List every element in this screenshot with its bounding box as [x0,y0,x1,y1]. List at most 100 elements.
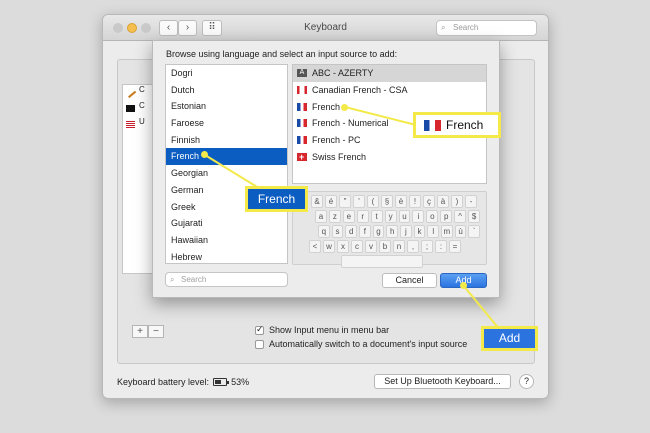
keyboard-key: & [311,195,323,208]
add-input-source-sheet: Browse using language and select an inpu… [152,40,500,298]
ch-flag-icon [297,149,307,166]
setup-bluetooth-keyboard-button[interactable]: Set Up Bluetooth Keyboard... [374,374,511,389]
keyboard-key: t [370,210,383,223]
keyboard-key: b [379,240,391,253]
keyboard-row: & é " '(§ è! ç à) - [311,195,482,208]
battery-label: Keyboard battery level: [117,377,210,387]
keyboard-key: m [441,225,453,238]
language-item[interactable]: Gujarati [166,215,287,232]
keyboard-key: c [351,240,363,253]
auto-switch-checkbox[interactable] [255,339,264,349]
keyboard-key: s [331,225,344,238]
language-item[interactable]: Faroese [166,115,287,132]
pencil-icon [124,86,137,99]
us-flag-icon [126,121,135,128]
callout-label: French [446,118,484,132]
keyboard-key: è [395,195,407,208]
keyboard-key: z [328,210,341,223]
keyboard-key: ) [451,195,463,208]
language-item[interactable]: Estonian [166,98,287,115]
input-source-label: French - Numerical [312,118,389,129]
input-source-label: ABC - AZERTY [312,68,374,78]
language-item[interactable]: Hawaiian [166,232,287,249]
input-source-item[interactable]: A ABC - AZERTY [293,65,486,82]
show-input-menu-option[interactable]: Show Input menu in menu bar [255,324,389,335]
callout-dot [201,151,208,158]
title-bar: ‹ › ⠿ Keyboard ⌕ Search [103,15,548,41]
input-source-item[interactable]: Swiss French [293,149,486,166]
input-source-label: Canadian French - CSA [312,84,408,95]
list-item-label: U [139,117,145,126]
battery-fill [215,380,221,384]
language-search-input[interactable]: ⌕ Search [165,272,288,287]
keyboard-key: x [337,240,349,253]
keyboard-key: é [325,195,337,208]
language-item[interactable]: Georgian [166,165,287,182]
keyboard-key: ( [367,195,379,208]
keyboard-key: ; [421,240,433,253]
space-key [341,255,423,268]
language-item[interactable]: Dogri [166,65,287,82]
language-item[interactable]: Dutch [166,82,287,99]
callout-dot [341,104,348,111]
language-item[interactable]: French [166,148,287,166]
keyboard-key: - [465,195,477,208]
keyboard-key: " [339,195,351,208]
language-item[interactable]: Hebrew [166,249,287,263]
keyboard-key: g [372,225,385,238]
language-list[interactable]: Dogri Dutch Estonian Faroese Finnish French Ge… [165,64,288,264]
keyboard-key: u [398,210,411,223]
keyboard-row [341,255,482,268]
keyboard-preview: & é " '(§ è! ç à) - a z e r t y u i o p ^ $ q s d f g h j k l m ù ` < w x c… [292,191,487,268]
search-icon: ⌕ [441,23,446,32]
preferences-search-input[interactable]: ⌕ Search [436,20,537,36]
keyboard-key: o [426,210,439,223]
abc-flag-icon: A [297,69,307,77]
keyboard-key: p [440,210,453,223]
keyboard-key: q [318,225,330,238]
callout-dot [460,282,467,289]
keyboard-key: j [400,225,412,238]
black-square-icon [126,105,135,112]
keyboard-key: d [345,225,358,238]
keyboard-key: w [323,240,335,253]
keyboard-key: a [315,210,327,223]
remove-source-button[interactable]: − [148,325,164,338]
keyboard-key: e [342,210,355,223]
input-source-item[interactable]: Canadian French - CSA [293,82,486,99]
keyboard-key: ^ [454,210,467,223]
keyboard-key: à [437,195,449,208]
keyboard-key: ù [454,225,467,238]
sheet-title: Browse using language and select an inpu… [166,49,398,59]
search-placeholder: Search [453,23,479,32]
search-placeholder: Search [181,275,207,284]
keyboard-key: § [381,195,393,208]
auto-switch-option[interactable]: Automatically switch to a document's inp… [255,339,467,349]
keyboard-key: : [435,240,447,253]
cancel-button[interactable]: Cancel [382,273,437,288]
fr-flag-icon [297,136,307,145]
keyboard-row: a z e r t y u i o p ^ $ [315,210,482,223]
list-item-label: C [139,101,145,110]
help-button[interactable]: ? [519,374,534,389]
keyboard-key: v [365,240,377,253]
language-item[interactable]: Finnish [166,132,287,149]
keyboard-key: r [356,210,369,223]
french-flag-icon [424,120,441,131]
keyboard-key: h [386,225,399,238]
add-button-callout: Add [481,326,538,351]
add-source-button[interactable]: + [132,325,148,338]
keyboard-key: k [413,225,426,238]
battery-level: 53% [231,377,250,387]
keyboard-key: ! [409,195,421,208]
battery-icon [213,378,230,386]
french-language-callout: French [245,186,308,212]
ca-flag-icon [297,85,307,94]
input-source-label: French - PC [312,135,361,146]
search-icon: ⌕ [170,275,175,284]
french-source-callout: French [413,112,501,138]
fr-flag-icon [297,102,307,111]
keyboard-key: = [449,240,461,253]
keyboard-key: ç [423,195,435,208]
show-input-menu-checkbox[interactable] [255,324,264,335]
